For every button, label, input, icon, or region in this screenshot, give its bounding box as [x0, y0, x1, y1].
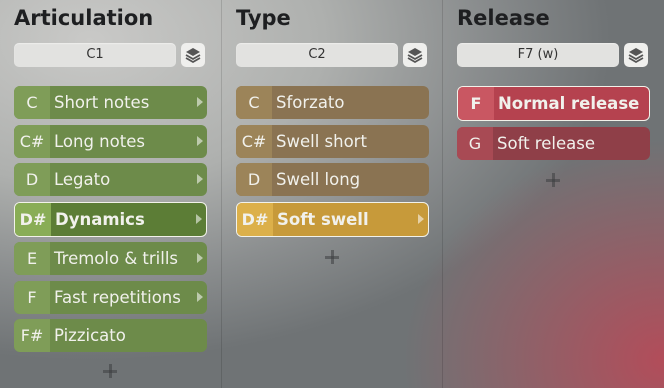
arrow-right-icon: [197, 253, 203, 263]
articulation-list: C Short notes C# Long notes D Legato D# …: [14, 86, 207, 358]
release-list: F Normal release G Soft release: [457, 86, 650, 165]
item-label: Fast repetitions: [54, 287, 181, 307]
arrow-right-icon: [196, 213, 202, 224]
keyswitch-key: C#: [14, 124, 50, 158]
arrow-right-icon: [197, 135, 203, 146]
add-release-plus-icon[interactable]: [546, 173, 560, 187]
arrow-right-icon: [197, 97, 203, 107]
add-type-plus-icon[interactable]: [325, 250, 339, 264]
arrow-right-icon: [197, 174, 203, 184]
articulation-layers-button[interactable]: [181, 43, 205, 67]
layers-icon: [407, 48, 423, 64]
type-layers-button[interactable]: [403, 43, 427, 67]
item-label: Swell long: [276, 170, 361, 189]
release-layers-button[interactable]: [624, 43, 648, 67]
layers-icon: [628, 48, 644, 64]
articulation-item-long-notes[interactable]: C# Long notes: [14, 124, 207, 158]
layers-icon: [185, 48, 201, 64]
type-item-swell-short[interactable]: C# Swell short: [236, 124, 429, 158]
item-label: Short notes: [54, 93, 150, 112]
keyswitch-key: F: [14, 280, 50, 314]
keyswitch-key: E: [14, 242, 50, 275]
item-label: Soft release: [497, 133, 595, 153]
item-label: Soft swell: [277, 209, 369, 229]
articulation-item-dynamics[interactable]: D# Dynamics: [14, 201, 207, 237]
item-label: Swell short: [276, 131, 367, 151]
item-label: Long notes: [54, 131, 145, 151]
articulation-item-fast-repetitions[interactable]: F Fast repetitions: [14, 280, 207, 314]
add-articulation-plus-icon[interactable]: [103, 364, 117, 378]
articulation-selector[interactable]: C1: [14, 43, 176, 67]
articulation-item-pizzicato[interactable]: F# Pizzicato: [14, 319, 207, 352]
articulation-title: Articulation: [14, 6, 154, 30]
release-item-soft-release[interactable]: G Soft release: [457, 126, 650, 160]
item-label: Normal release: [498, 94, 640, 113]
release-title: Release: [457, 6, 550, 30]
type-item-soft-swell[interactable]: D# Soft swell: [236, 201, 429, 237]
item-label: Dynamics: [55, 209, 145, 229]
articulation-item-tremolo-trills[interactable]: E Tremolo & trills: [14, 242, 207, 275]
type-title: Type: [236, 6, 291, 30]
release-column: Release F7 (w) F Normal release G Soft r…: [442, 0, 664, 388]
keyswitch-key: D: [236, 163, 272, 196]
articulation-item-short-notes[interactable]: C Short notes: [14, 86, 207, 119]
type-selector[interactable]: C2: [236, 43, 398, 67]
release-item-normal-release[interactable]: F Normal release: [457, 86, 650, 121]
arrow-right-icon: [197, 291, 203, 302]
item-label: Legato: [54, 170, 111, 189]
keyswitch-key: D#: [237, 202, 273, 236]
keyswitch-key: F: [458, 87, 494, 120]
item-label: Pizzicato: [54, 326, 126, 345]
release-selector[interactable]: F7 (w): [457, 43, 619, 67]
arrow-right-icon: [418, 213, 424, 224]
type-list: C Sforzato C# Swell short D Swell long D…: [236, 86, 429, 242]
keyswitch-key: C#: [236, 124, 272, 158]
keyswitch-key: G: [457, 126, 493, 160]
articulation-column: Articulation C1 C Short notes C# Long no…: [0, 0, 221, 388]
keyswitch-key: D#: [15, 202, 51, 236]
articulation-item-legato[interactable]: D Legato: [14, 163, 207, 196]
type-item-swell-long[interactable]: D Swell long: [236, 163, 429, 196]
item-label: Tremolo & trills: [54, 249, 179, 268]
item-label: Sforzato: [276, 93, 345, 112]
keyswitch-key: F#: [14, 319, 50, 352]
type-item-sforzato[interactable]: C Sforzato: [236, 86, 429, 119]
type-column: Type C2 C Sforzato C# Swell short D Swel…: [221, 0, 443, 388]
keyswitch-key: C: [14, 86, 50, 119]
keyswitch-key: D: [14, 163, 50, 196]
keyswitch-key: C: [236, 86, 272, 119]
